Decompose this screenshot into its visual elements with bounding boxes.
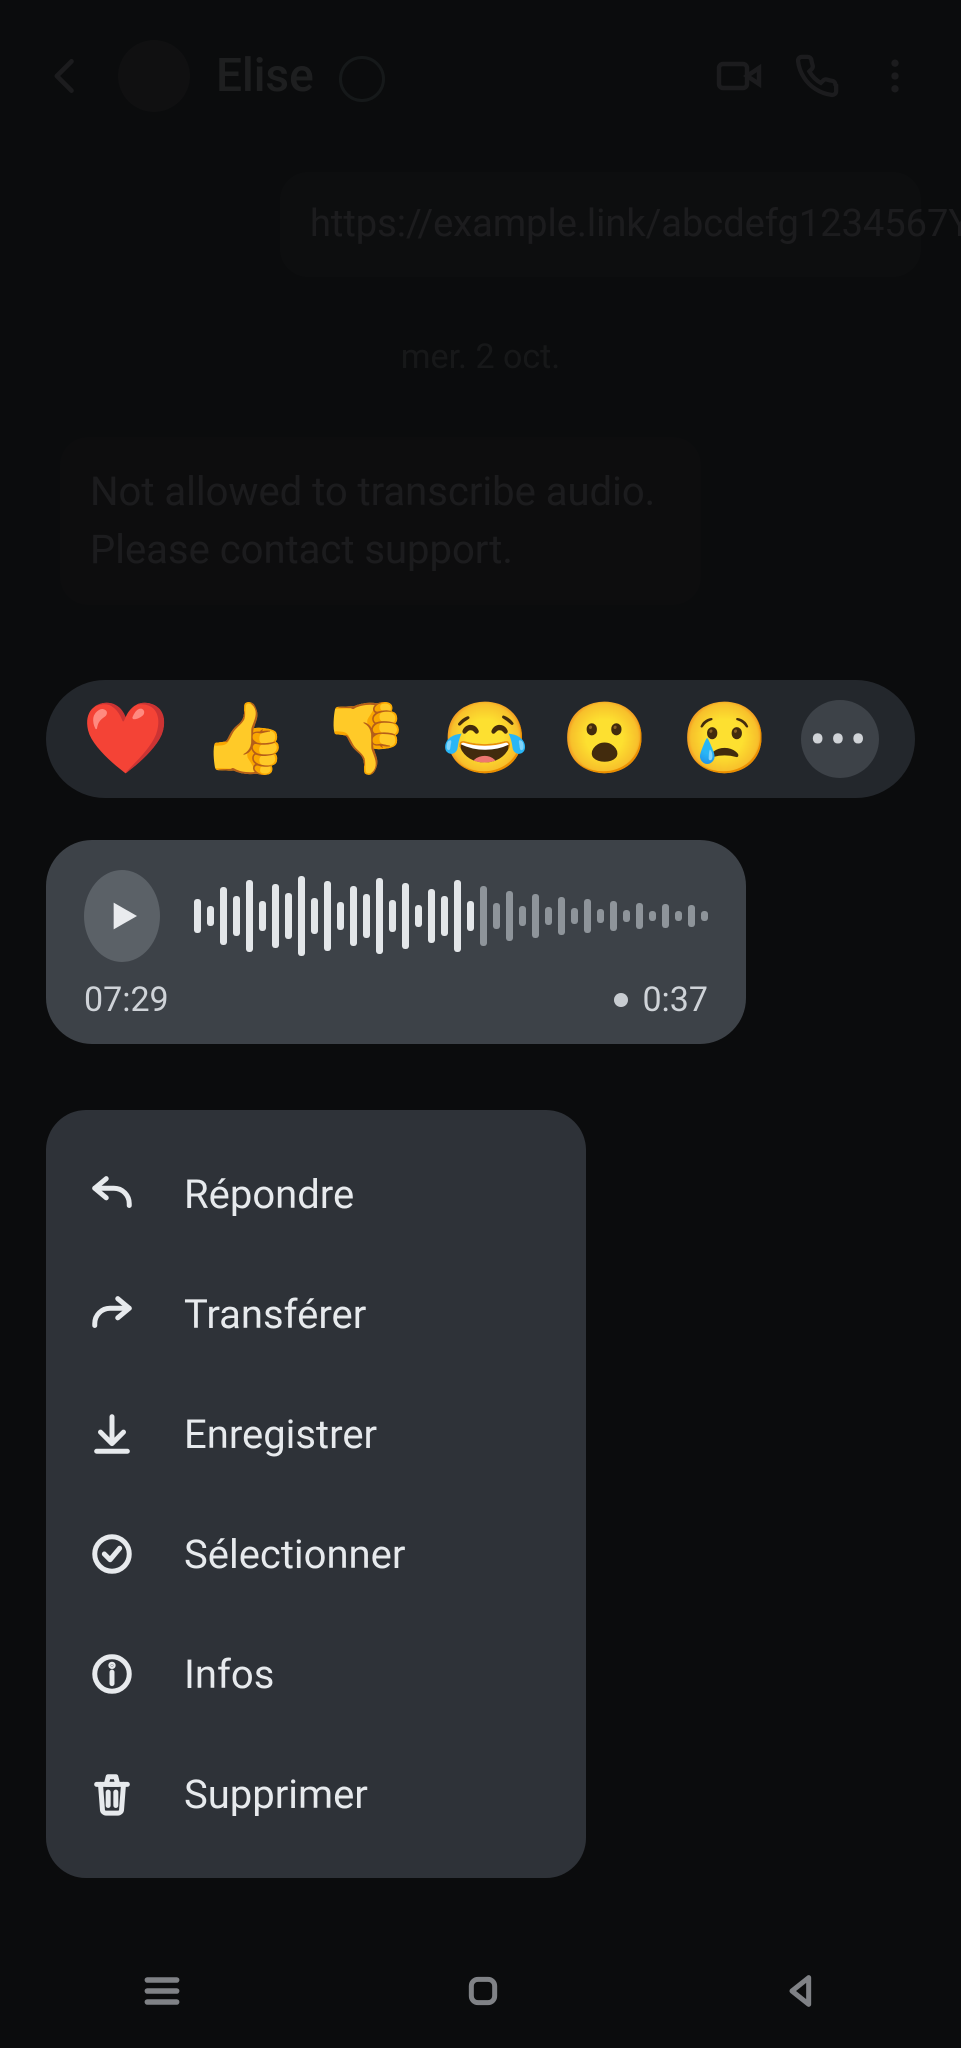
back-button[interactable] bbox=[782, 1971, 822, 2015]
trash-icon bbox=[86, 1768, 138, 1820]
menu-save[interactable]: Enregistrer bbox=[46, 1374, 586, 1494]
menu-delete[interactable]: Supprimer bbox=[46, 1734, 586, 1854]
menu-info[interactable]: Infos bbox=[46, 1614, 586, 1734]
android-nav-bar bbox=[0, 1938, 961, 2048]
menu-forward[interactable]: Transférer bbox=[46, 1254, 586, 1374]
home-button[interactable] bbox=[463, 1971, 503, 2015]
reply-icon bbox=[86, 1168, 138, 1220]
recents-button[interactable] bbox=[140, 1969, 184, 2017]
voice-message-bubble[interactable]: 07:29 0:37 bbox=[46, 840, 746, 1044]
menu-label: Sélectionner bbox=[184, 1531, 405, 1578]
unplayed-dot-icon bbox=[614, 993, 628, 1007]
play-icon bbox=[102, 896, 142, 936]
info-icon bbox=[86, 1648, 138, 1700]
menu-reply[interactable]: Répondre bbox=[46, 1134, 586, 1254]
ellipsis-icon: ••• bbox=[810, 711, 871, 768]
menu-label: Infos bbox=[184, 1651, 274, 1698]
reaction-more-button[interactable]: ••• bbox=[801, 700, 879, 778]
menu-label: Répondre bbox=[184, 1171, 354, 1218]
download-icon bbox=[86, 1408, 138, 1460]
menu-select[interactable]: Sélectionner bbox=[46, 1494, 586, 1614]
reaction-bar: ❤️ 👍 👎 😂 😮 😢 ••• bbox=[46, 680, 915, 798]
play-button[interactable] bbox=[84, 870, 160, 962]
reaction-sad[interactable]: 😢 bbox=[681, 704, 768, 774]
menu-label: Transférer bbox=[184, 1291, 366, 1338]
reaction-thumbs-down[interactable]: 👎 bbox=[322, 704, 409, 774]
select-icon bbox=[86, 1528, 138, 1580]
waveform[interactable] bbox=[194, 874, 708, 958]
voice-meta: 07:29 0:37 bbox=[84, 980, 708, 1020]
voice-row bbox=[84, 870, 708, 962]
voice-timestamp: 07:29 bbox=[84, 980, 169, 1020]
reaction-thumbs-up[interactable]: 👍 bbox=[202, 704, 289, 774]
reaction-heart[interactable]: ❤️ bbox=[82, 704, 169, 774]
voice-duration: 0:37 bbox=[642, 980, 708, 1020]
forward-icon bbox=[86, 1288, 138, 1340]
menu-label: Supprimer bbox=[184, 1771, 368, 1818]
reaction-laugh[interactable]: 😂 bbox=[441, 704, 528, 774]
context-overlay: ❤️ 👍 👎 😂 😮 😢 ••• 07:29 0:37 bbox=[0, 0, 961, 2048]
reaction-wow[interactable]: 😮 bbox=[561, 704, 648, 774]
context-menu: Répondre Transférer Enregistrer Sélectio… bbox=[46, 1110, 586, 1878]
menu-label: Enregistrer bbox=[184, 1411, 377, 1458]
